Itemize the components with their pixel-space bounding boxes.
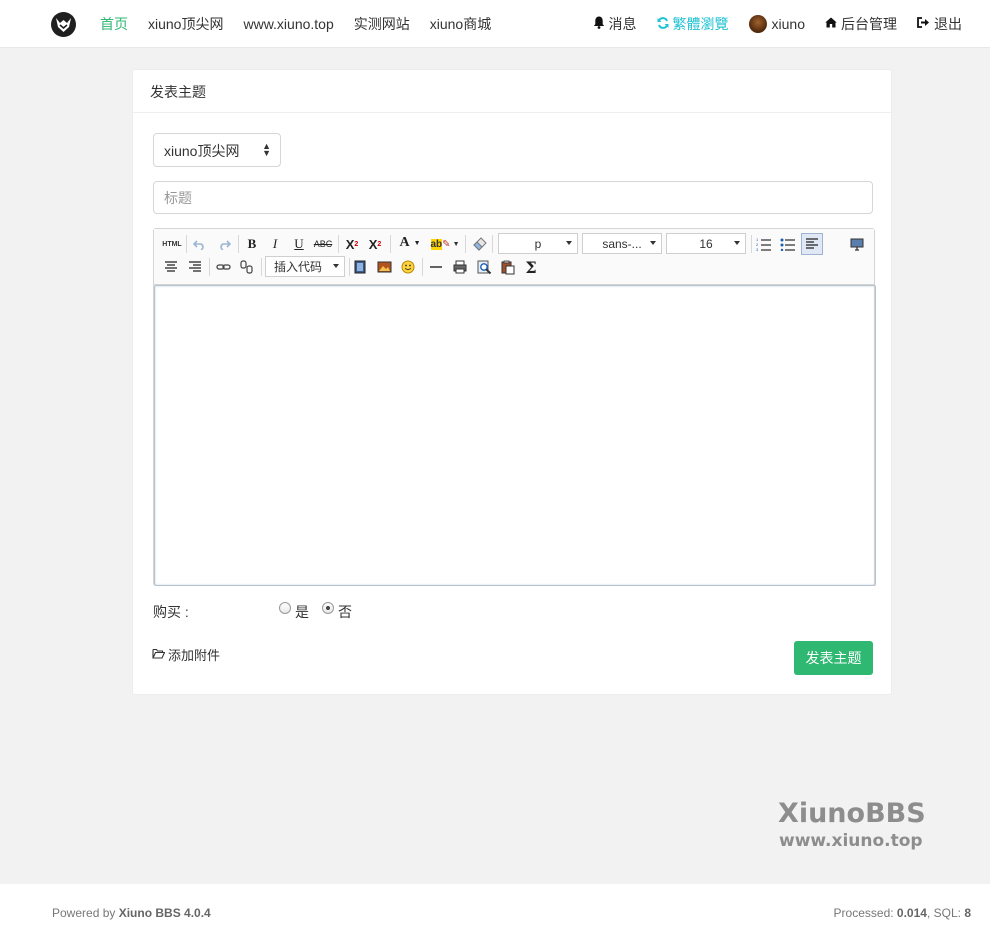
editor-content-area[interactable] bbox=[154, 285, 876, 586]
insert-code-value: 插入代码 bbox=[273, 260, 322, 274]
font-size-value: 16 bbox=[699, 236, 713, 251]
add-attachment-label: 添加附件 bbox=[168, 648, 221, 663]
user-profile-link[interactable]: xiuno bbox=[748, 15, 805, 33]
video-icon[interactable] bbox=[350, 257, 370, 277]
processing-stats: Processed: 0.014, SQL: 8 bbox=[834, 906, 971, 920]
rich-text-editor: HTML B I U ABC X2 X2 A ▼ ab ✎ ▼ p sans-.… bbox=[153, 228, 876, 586]
title-input[interactable] bbox=[153, 181, 873, 214]
unlink-icon[interactable] bbox=[237, 257, 257, 277]
image-icon[interactable] bbox=[374, 257, 394, 277]
nav-test-site[interactable]: 实测网站 bbox=[354, 14, 410, 34]
nav-www-xiuno-top[interactable]: www.xiuno.top bbox=[243, 16, 333, 32]
eraser-icon[interactable] bbox=[469, 234, 489, 254]
traditional-chinese-label: 繁體瀏覽 bbox=[672, 16, 729, 32]
preview-icon[interactable] bbox=[474, 257, 494, 277]
sign-out-icon bbox=[917, 17, 930, 31]
messages-label: 消息 bbox=[608, 16, 637, 32]
admin-label: 后台管理 bbox=[841, 16, 897, 32]
paragraph-format-select[interactable]: p bbox=[498, 233, 578, 254]
processed-label: Processed: bbox=[833, 906, 897, 920]
font-color-icon[interactable]: A ▼ bbox=[395, 233, 425, 253]
logout-link[interactable]: 退出 bbox=[917, 14, 962, 34]
sql-value: 8 bbox=[964, 906, 971, 920]
avatar bbox=[748, 15, 767, 33]
unordered-list-icon[interactable] bbox=[778, 234, 798, 254]
powered-by-brand[interactable]: Xiuno BBS 4.0.4 bbox=[119, 906, 211, 920]
font-family-value: sans-... bbox=[602, 236, 642, 251]
new-thread-card: 发表主题 xiuno顶尖网 ▲▼ HTML B I U ABC X2 X2 A▼ bbox=[132, 69, 892, 695]
align-center-icon[interactable] bbox=[161, 257, 181, 277]
traditional-chinese-link[interactable]: 繁體瀏覽 bbox=[657, 14, 729, 34]
font-family-select[interactable]: sans-... bbox=[582, 233, 662, 254]
sort-arrows-icon: ▲ ▼ bbox=[262, 141, 271, 158]
nav-xiuno-top[interactable]: xiuno顶尖网 bbox=[148, 14, 223, 34]
undo-icon[interactable] bbox=[190, 234, 210, 254]
submit-thread-button[interactable]: 发表主题 bbox=[794, 641, 873, 675]
redo-icon[interactable] bbox=[214, 234, 234, 254]
align-left-icon[interactable] bbox=[801, 233, 823, 255]
nav-xiuno-mall[interactable]: xiuno商城 bbox=[430, 14, 491, 34]
bold-icon[interactable]: B bbox=[242, 234, 262, 254]
sql-label: , SQL: bbox=[926, 906, 965, 920]
forum-select-value: xiuno顶尖网 bbox=[164, 143, 240, 159]
page-footer: Powered by Xiuno BBS 4.0.4 Processed: 0.… bbox=[0, 884, 990, 929]
emoticon-icon[interactable] bbox=[398, 257, 418, 277]
messages-link[interactable]: 消息 bbox=[593, 14, 637, 34]
align-right-icon[interactable] bbox=[185, 257, 205, 277]
logout-label: 退出 bbox=[934, 16, 962, 32]
font-size-select[interactable]: 16 bbox=[666, 233, 746, 254]
add-attachment-link[interactable]: 添加附件 bbox=[152, 645, 220, 664]
refresh-icon bbox=[657, 16, 669, 32]
bell-icon bbox=[593, 16, 605, 32]
username-label: xiuno bbox=[771, 16, 805, 32]
editor-toolbar: HTML B I U ABC X2 X2 A ▼ ab ✎ ▼ p sans-.… bbox=[154, 229, 874, 285]
buy-no-radio[interactable] bbox=[322, 602, 334, 614]
strikethrough-icon[interactable]: ABC bbox=[312, 234, 334, 254]
nav-home[interactable]: 首页 bbox=[100, 14, 128, 34]
print-icon[interactable] bbox=[450, 257, 470, 277]
powered-by: Powered by Xiuno BBS 4.0.4 bbox=[52, 906, 211, 920]
powered-by-prefix: Powered by bbox=[52, 906, 119, 920]
admin-link[interactable]: 后台管理 bbox=[825, 14, 897, 34]
buy-label: 购买 : bbox=[153, 604, 189, 620]
superscript-icon[interactable]: X2 bbox=[342, 234, 362, 254]
buy-yes-radio[interactable] bbox=[279, 602, 291, 614]
formula-sigma-icon[interactable]: Σ bbox=[521, 257, 541, 277]
top-navbar: 首页 xiuno顶尖网 www.xiuno.top 实测网站 xiuno商城 消… bbox=[0, 0, 990, 48]
main-nav: 首页 xiuno顶尖网 www.xiuno.top 实测网站 xiuno商城 bbox=[100, 0, 511, 48]
highlight-color-icon[interactable]: ab ✎ ▼ bbox=[429, 234, 461, 254]
fullscreen-icon[interactable] bbox=[847, 234, 867, 254]
svg-text:3: 3 bbox=[756, 247, 759, 251]
buy-no-label: 否 bbox=[338, 604, 352, 620]
folder-open-icon bbox=[152, 648, 166, 662]
forum-select[interactable]: xiuno顶尖网 ▲ ▼ bbox=[153, 133, 281, 167]
italic-icon[interactable]: I bbox=[265, 234, 285, 254]
paste-icon[interactable] bbox=[498, 257, 518, 277]
processed-value: 0.014 bbox=[896, 906, 927, 920]
watermark-brand: XiunoBBS bbox=[778, 798, 926, 829]
ordered-list-icon[interactable]: 123 bbox=[754, 234, 774, 254]
underline-icon[interactable]: U bbox=[289, 234, 309, 254]
buy-yes-label: 是 bbox=[295, 604, 309, 620]
user-nav: 消息 繁體瀏覽 xiuno 后台管理 退出 bbox=[573, 0, 962, 48]
card-title: 发表主题 bbox=[133, 70, 891, 113]
buy-option-row: 购买 : 是 否 bbox=[153, 600, 453, 620]
home-icon bbox=[825, 17, 837, 31]
watermark-url: www.xiuno.top bbox=[779, 831, 923, 851]
subscript-icon[interactable]: X2 bbox=[365, 234, 385, 254]
xiuno-logo-icon[interactable] bbox=[51, 12, 76, 37]
link-icon[interactable] bbox=[213, 257, 233, 277]
horizontal-rule-icon[interactable] bbox=[426, 257, 446, 277]
insert-code-select[interactable]: 插入代码 bbox=[265, 256, 345, 277]
html-source-button[interactable]: HTML bbox=[160, 234, 184, 254]
paragraph-format-value: p bbox=[534, 236, 542, 251]
